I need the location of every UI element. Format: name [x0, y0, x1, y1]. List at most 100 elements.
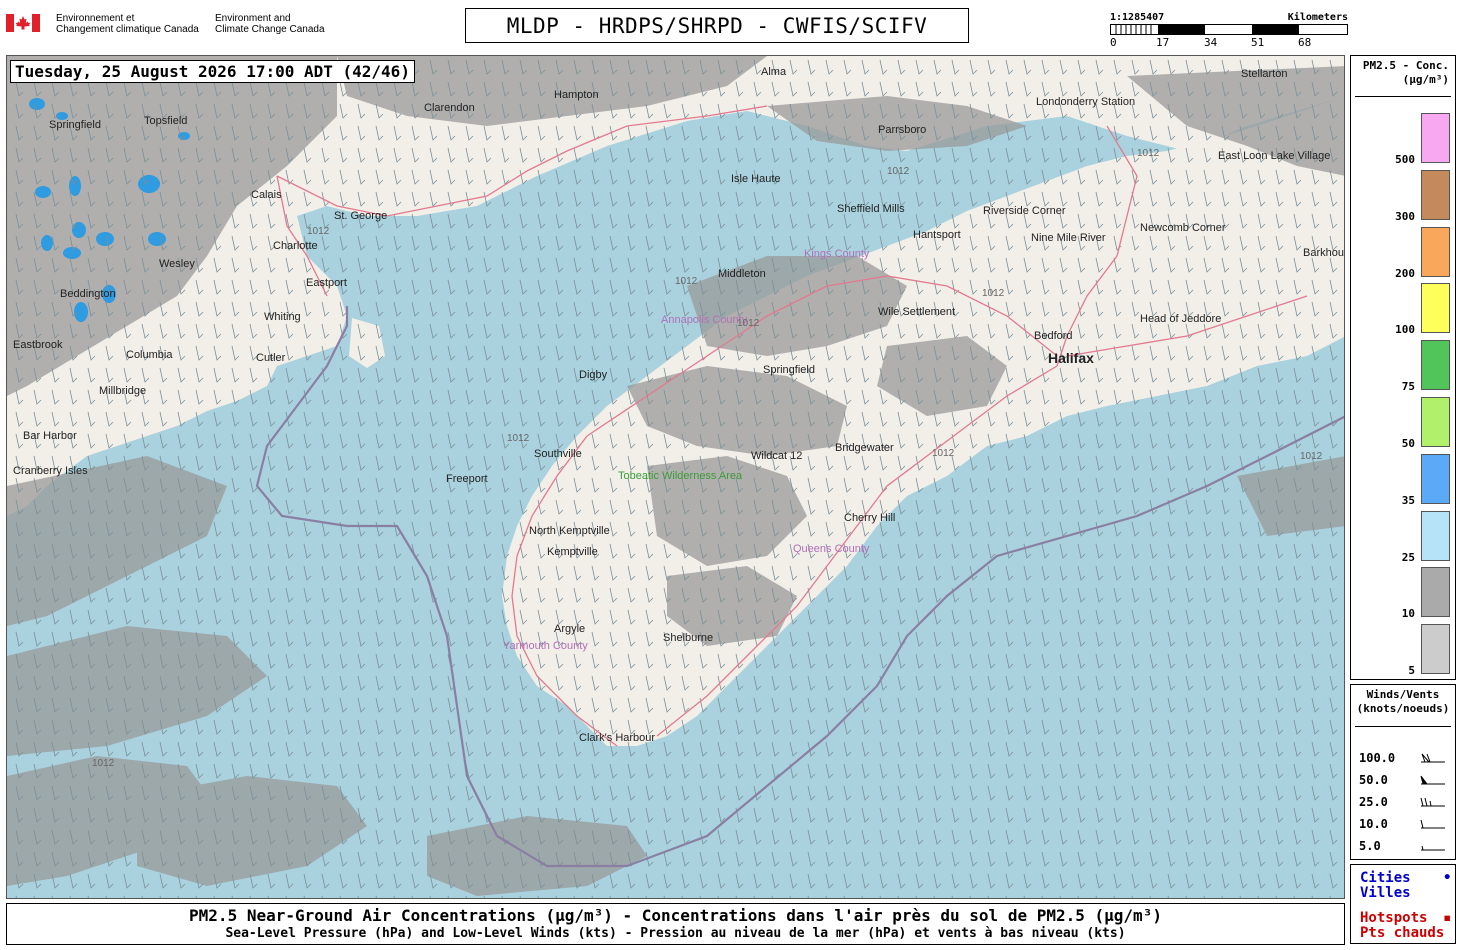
isobar-label: 1012 — [737, 318, 760, 329]
wind-speed-label: 5.0 — [1359, 839, 1381, 853]
pm25-threshold-label: 200 — [1395, 266, 1415, 280]
pm25-legend: PM2.5 - Conc. (µg/m³) 500 300 200 100 75 50 35… — [1350, 55, 1456, 680]
map-canvas: Alma Hampton Clarendon Springfield Topsfield… — [7, 56, 1345, 898]
caption-line-1: PM2.5 Near-Ground Air Concentrations (µg… — [189, 906, 1162, 925]
place-label: East Loon Lake Village — [1218, 150, 1330, 162]
villes-label: Villes — [1360, 885, 1411, 901]
map-caption: PM2.5 Near-Ground Air Concentrations (µg… — [6, 903, 1345, 945]
wind-speed-label: 50.0 — [1359, 773, 1388, 787]
legend-divider — [1355, 96, 1451, 97]
scale-unit: Kilometers — [1287, 12, 1348, 23]
scale-tick: 68 — [1298, 36, 1312, 49]
caption-line-2: Sea-Level Pressure (hPa) and Low-Level W… — [225, 926, 1126, 941]
place-label: Riverside Corner — [983, 205, 1066, 217]
forecast-timestamp: Tuesday, 25 August 2026 17:00 ADT (42/46… — [10, 60, 415, 83]
place-label: Wildcat 12 — [751, 450, 802, 462]
place-label: Freeport — [446, 473, 488, 485]
place-label: Barkhouse Settlement — [1303, 247, 1345, 259]
place-label: Stellarton — [1241, 68, 1287, 80]
isobar-label: 1012 — [507, 433, 530, 444]
pm25-threshold-label: 25 — [1401, 550, 1415, 564]
place-label: Eastbrook — [13, 339, 63, 351]
place-label: Sheffield Mills — [837, 203, 905, 215]
place-label: Wile Settlement — [878, 306, 955, 318]
place-label: Argyle — [554, 623, 585, 635]
place-label: Cranberry Isles — [13, 465, 88, 477]
scale-tick: 34 — [1204, 36, 1218, 49]
page-title: MLDP - HRDPS/SHRPD - CWFIS/SCIFV — [465, 8, 969, 43]
place-label: Londonderry Station — [1036, 96, 1135, 108]
place-label: Kemptville — [547, 546, 598, 558]
pm25-color-swatch — [1421, 113, 1450, 163]
pm25-threshold-label: 75 — [1401, 380, 1415, 394]
place-label: Middleton — [718, 268, 766, 280]
place-label: Clarendon — [424, 102, 475, 114]
wind-speed-label: 10.0 — [1359, 817, 1388, 831]
place-label: Bridgewater — [835, 442, 894, 454]
place-label: Hantsport — [913, 229, 961, 241]
forecast-map[interactable]: Alma Hampton Clarendon Springfield Topsfield… — [6, 55, 1345, 899]
place-label: North Kemptville — [529, 525, 610, 537]
gc-logo: Environnement et Changement climatique C… — [6, 12, 336, 38]
legend-divider — [1355, 726, 1451, 727]
isobar-label: 1012 — [1300, 451, 1323, 462]
wind-barb-icon — [1421, 753, 1445, 763]
logo-text-fr: Environnement et Changement climatique C… — [56, 13, 199, 35]
place-label: Newcomb Corner — [1140, 222, 1226, 234]
pm25-threshold-label: 5 — [1408, 664, 1415, 678]
wind-barb-icon — [1420, 819, 1445, 829]
place-label: Alma — [761, 66, 787, 78]
place-label: Hampton — [554, 89, 599, 101]
pm25-threshold-label: 50 — [1401, 437, 1415, 450]
place-label: Columbia — [126, 349, 173, 361]
place-label: Millbridge — [99, 385, 146, 397]
pm25-color-swatch — [1421, 283, 1450, 334]
place-label: Springfield — [763, 364, 815, 376]
logo-text-en: Environment and Climate Change Canada — [215, 13, 325, 35]
place-label: Tobeatic Wilderness Area — [618, 470, 743, 482]
place-label: Cutler — [256, 352, 286, 364]
isobar-label: 1012 — [932, 448, 955, 459]
wind-barb-icon — [1420, 775, 1445, 785]
place-label: Calais — [251, 189, 282, 201]
wind-speed-label: 25.0 — [1359, 795, 1388, 809]
pm25-color-swatch — [1421, 624, 1450, 675]
pm25-legend-title: PM2.5 - Conc. (µg/m³) — [1362, 59, 1449, 86]
pm25-color-swatch — [1421, 169, 1450, 220]
wind-legend-title: Winds/Vents (knots/noeuds) — [1356, 688, 1450, 715]
pts-chauds-label: Pts chauds — [1360, 925, 1445, 941]
wind-legend: Winds/Vents (knots/noeuds) 100.0 50.0 25… — [1350, 684, 1456, 860]
place-label: Queens County — [793, 543, 870, 555]
wind-barb-icon — [1421, 845, 1445, 851]
pm25-threshold-label: 100 — [1395, 323, 1415, 337]
places-legend: Cities • Villes Hotspots ▪ Pts chauds — [1350, 864, 1456, 944]
place-label: Yarmouth County — [503, 640, 588, 652]
wind-legend-row: 5.0 — [1359, 839, 1451, 855]
scale-tick: 51 — [1251, 36, 1265, 49]
place-label: Whiting — [264, 311, 301, 323]
pm25-color-swatch — [1421, 510, 1450, 561]
place-label: Digby — [579, 369, 608, 381]
scale-bar-graphic — [1110, 24, 1348, 35]
place-label: Wesley — [159, 258, 195, 270]
wind-legend-row: 10.0 — [1359, 817, 1451, 833]
place-label: Southville — [534, 448, 582, 460]
isobar-label: 1012 — [307, 226, 330, 237]
place-label: Parrsboro — [878, 124, 926, 136]
place-label: Annapolis County — [661, 314, 748, 326]
place-label: Shelburne — [663, 632, 713, 644]
pm25-color-swatch — [1421, 226, 1450, 277]
place-label: Topsfield — [144, 115, 187, 127]
cities-label: Cities — [1360, 870, 1411, 886]
pm25-color-swatch — [1421, 567, 1450, 618]
pm25-color-swatch — [1421, 340, 1450, 391]
scale-tick: 0 — [1110, 36, 1117, 49]
isobar-label: 1012 — [887, 166, 910, 177]
wind-legend-row: 50.0 — [1359, 773, 1451, 789]
scale-bar: 1:1285407 Kilometers 0 17 34 51 68 — [1110, 10, 1348, 52]
place-label: Halifax — [1048, 350, 1094, 366]
place-label: Nine Mile River — [1031, 232, 1106, 244]
place-label: St. George — [334, 210, 387, 222]
isobar-label: 1012 — [675, 276, 698, 287]
place-label: Clark's Harbour — [579, 732, 655, 744]
